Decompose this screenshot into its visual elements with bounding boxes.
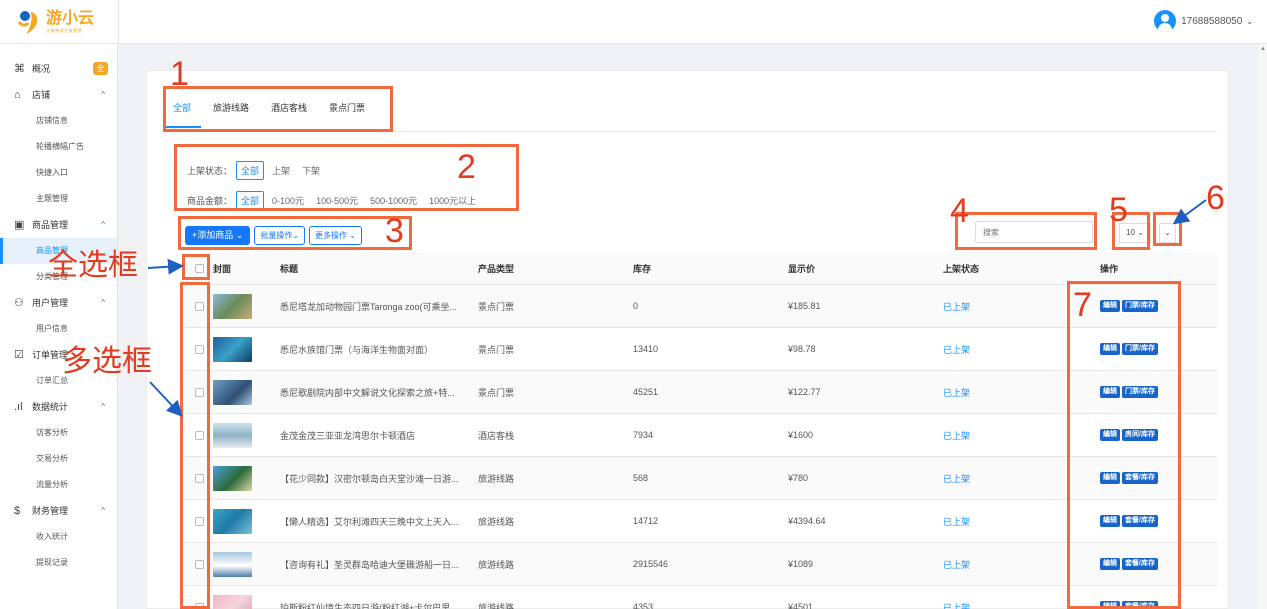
- arrow-select-all: [147, 258, 184, 275]
- annotation-arrows: [147, 199, 1207, 417]
- arrow-multi-select: [149, 381, 183, 417]
- arrow-column-menu: [1172, 199, 1207, 225]
